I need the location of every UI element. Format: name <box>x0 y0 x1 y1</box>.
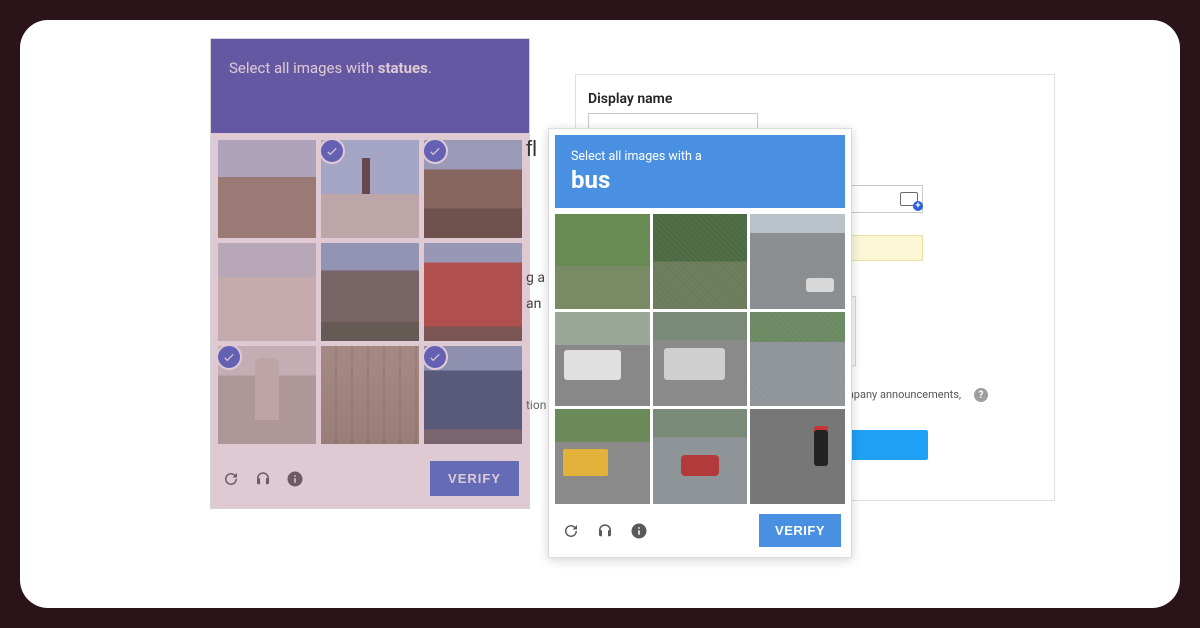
tile-image <box>750 312 845 407</box>
tile-garage[interactable] <box>218 243 316 341</box>
tile-image <box>653 214 748 309</box>
tile-image <box>218 140 316 238</box>
tile-image <box>750 214 845 309</box>
tile-white-bus-2[interactable] <box>653 312 748 407</box>
tile-image <box>555 312 650 407</box>
tile-castle-gate[interactable] <box>424 140 522 238</box>
tile-school-bus[interactable] <box>555 409 650 504</box>
captcha-statues-grid <box>211 133 529 451</box>
refresh-icon[interactable] <box>221 469 241 489</box>
headphones-icon[interactable] <box>253 469 273 489</box>
text-fragment-fl: fl <box>526 136 537 162</box>
tile-image <box>653 409 748 504</box>
canvas: Select all images with statues. <box>20 20 1180 608</box>
display-name-label: Display name <box>588 91 1042 107</box>
tile-image <box>424 243 522 341</box>
tile-trees-1[interactable] <box>555 214 650 309</box>
verify-button[interactable]: VERIFY <box>430 461 519 496</box>
captcha-statues-footer: VERIFY <box>211 451 529 500</box>
captcha-bus-header: Select all images with a bus <box>555 135 845 208</box>
captcha-statues-header: Select all images with statues. <box>211 39 529 133</box>
captcha-statues-target: statues <box>378 59 428 77</box>
tile-highway[interactable] <box>750 312 845 407</box>
help-icon[interactable]: ? <box>974 388 988 402</box>
headphones-icon[interactable] <box>595 521 615 541</box>
tile-image <box>555 214 650 309</box>
captcha-bus-instruction-line1: Select all images with a <box>571 149 829 164</box>
verify-button[interactable]: VERIFY <box>759 514 841 547</box>
tile-image <box>555 409 650 504</box>
tile-stone-column[interactable] <box>218 140 316 238</box>
captcha-bus-instruction-line2: bus <box>571 166 829 194</box>
tile-blue-building[interactable] <box>424 346 522 444</box>
text-fragment-an: an <box>526 296 541 312</box>
tile-road-car[interactable] <box>750 214 845 309</box>
info-icon[interactable] <box>629 521 649 541</box>
tile-traffic-light[interactable] <box>750 409 845 504</box>
tile-red-building[interactable] <box>424 243 522 341</box>
tile-image <box>750 409 845 504</box>
tile-statue-plaza[interactable] <box>321 140 419 238</box>
captcha-bus-grid <box>555 214 845 504</box>
captcha-bus: Select all images with a bus VERIFY <box>548 128 852 558</box>
refresh-icon[interactable] <box>561 521 581 541</box>
captcha-statues: Select all images with statues. <box>210 38 530 509</box>
text-fragment-ga: g a <box>526 270 545 286</box>
info-icon[interactable] <box>285 469 305 489</box>
tile-rock-peaks[interactable] <box>321 243 419 341</box>
tile-image <box>321 346 419 444</box>
captcha-statues-instruction-prefix: Select all images with <box>229 59 378 77</box>
tile-monument-statue[interactable] <box>218 346 316 444</box>
tile-image <box>321 243 419 341</box>
text-fragment-tio: tion <box>526 398 546 412</box>
envelope-plus-icon[interactable] <box>900 192 918 206</box>
tile-red-car-street[interactable] <box>653 409 748 504</box>
tile-image <box>218 243 316 341</box>
tile-apartment-block[interactable] <box>321 346 419 444</box>
tile-trees-2[interactable] <box>653 214 748 309</box>
tile-white-bus-1[interactable] <box>555 312 650 407</box>
captcha-bus-footer: VERIFY <box>555 504 845 551</box>
tile-image <box>653 312 748 407</box>
